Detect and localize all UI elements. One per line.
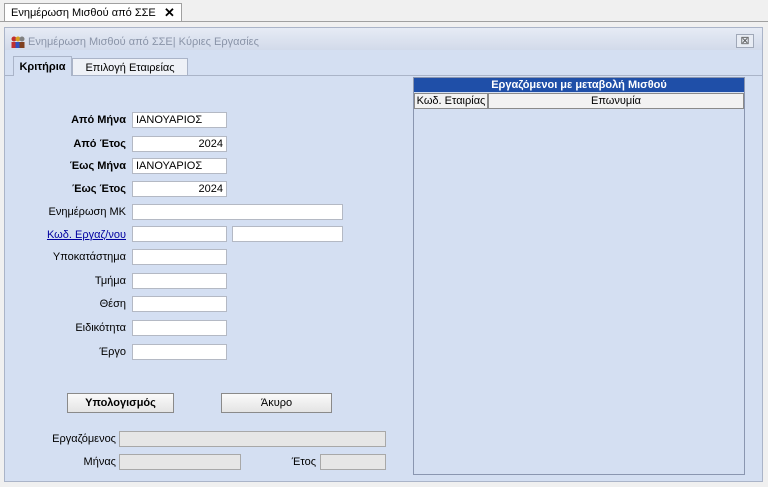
- progress-year-label: Έτος: [291, 456, 316, 468]
- progress-employee-field: [119, 431, 386, 447]
- cancel-button[interactable]: Άκυρο: [221, 393, 332, 413]
- changed-salary-grid[interactable]: [413, 77, 745, 475]
- update-mk-label: Ενημέρωση ΜΚ: [48, 206, 126, 218]
- to-month-label: Έως Μήνα: [69, 160, 126, 172]
- specialty-label: Ειδικότητα: [75, 322, 126, 334]
- employee-name-field[interactable]: [232, 226, 343, 242]
- to-year-field[interactable]: 2024: [132, 181, 227, 197]
- from-month-label: Από Μήνα: [71, 114, 126, 126]
- from-year-field[interactable]: 2024: [132, 136, 227, 152]
- calculate-button[interactable]: Υπολογισμός: [67, 393, 174, 413]
- employee-code-field[interactable]: [132, 226, 227, 242]
- to-year-label: Έως Έτος: [72, 183, 126, 195]
- department-field[interactable]: [132, 273, 227, 289]
- update-mk-field[interactable]: [132, 204, 343, 220]
- progress-month-label: Μήνας: [83, 456, 116, 468]
- specialty-field[interactable]: [132, 320, 227, 336]
- tab-company-selection[interactable]: Επιλογή Εταιρείας: [72, 58, 188, 76]
- column-company-code[interactable]: Κωδ. Εταιρίας: [414, 93, 488, 109]
- progress-year-field: [320, 454, 386, 470]
- branch-label: Υποκατάστημα: [52, 251, 126, 263]
- position-field[interactable]: [132, 296, 227, 312]
- document-tab-label: Ενημέρωση Μισθού από ΣΣΕ: [11, 7, 156, 19]
- project-field[interactable]: [132, 344, 227, 360]
- from-year-label: Από Έτος: [73, 138, 126, 150]
- grid-title: Εργαζόμενοι με μεταβολή Μισθού: [414, 78, 744, 92]
- progress-employee-label: Εργαζόμενος: [52, 433, 116, 445]
- to-month-field[interactable]: ΙΑΝΟΥΑΡΙΟΣ: [132, 158, 227, 174]
- position-label: Θέση: [99, 298, 126, 310]
- department-label: Τμήμα: [94, 275, 126, 287]
- close-window-icon[interactable]: ⊠: [736, 34, 754, 48]
- people-icon: [11, 36, 25, 48]
- tab-criteria[interactable]: Κριτήρια: [13, 56, 72, 76]
- employee-code-link[interactable]: Κωδ. Εργαζ/νου: [16, 229, 126, 241]
- from-month-field[interactable]: ΙΑΝΟΥΑΡΙΟΣ: [132, 112, 227, 128]
- column-company-name[interactable]: Επωνυμία: [488, 93, 744, 109]
- close-tab-icon[interactable]: ✕: [164, 5, 175, 21]
- branch-field[interactable]: [132, 249, 227, 265]
- window-title: Ενημέρωση Μισθού από ΣΣΕ| Κύριες Εργασίε…: [28, 36, 259, 48]
- project-label: Έργο: [99, 346, 126, 358]
- document-tab[interactable]: Ενημέρωση Μισθού από ΣΣΕ ✕: [4, 3, 182, 21]
